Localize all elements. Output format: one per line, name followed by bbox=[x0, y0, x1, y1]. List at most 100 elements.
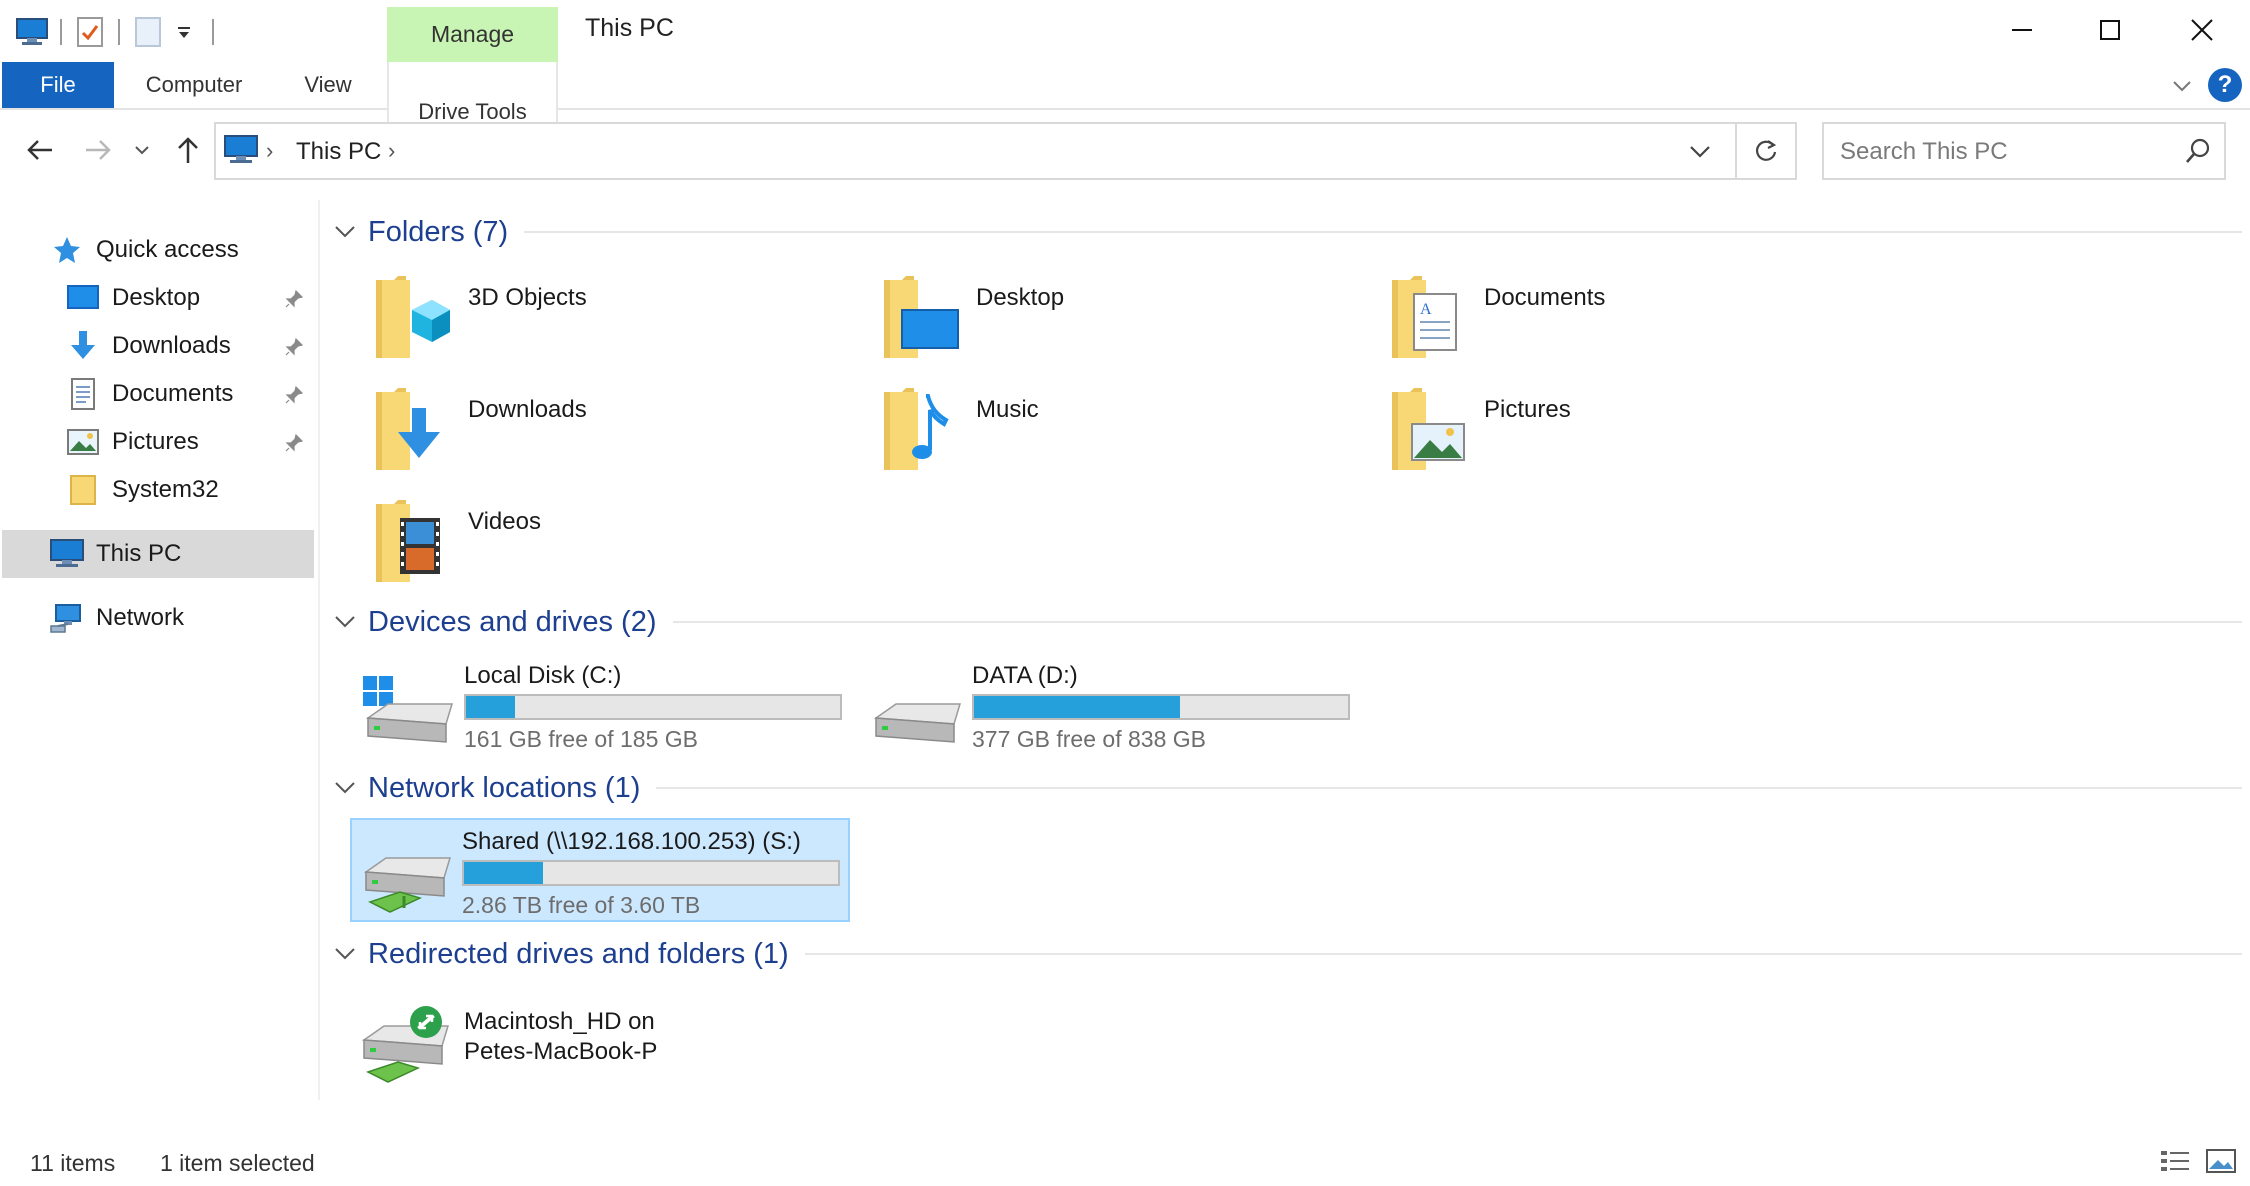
close-button[interactable] bbox=[2156, 8, 2248, 52]
recent-locations-button[interactable] bbox=[128, 128, 156, 172]
breadcrumb-separator-icon[interactable]: › bbox=[266, 138, 273, 164]
redirected-drive-item[interactable]: Macintosh_HD on Petes-MacBook-P bbox=[354, 996, 854, 1086]
breadcrumb-this-pc[interactable]: This PC bbox=[296, 138, 381, 166]
group-title: Devices and drives (2) bbox=[368, 605, 657, 638]
back-button[interactable] bbox=[20, 128, 60, 172]
new-folder-icon[interactable] bbox=[130, 14, 166, 50]
sidebar-item-label: Quick access bbox=[96, 236, 239, 263]
sidebar-item-quick-access[interactable]: Quick access bbox=[50, 226, 239, 274]
drive-free-space: 377 GB free of 838 GB bbox=[972, 726, 1206, 752]
folder-item[interactable]: Downloads bbox=[372, 386, 872, 486]
large-icons-view-button[interactable] bbox=[2204, 1146, 2238, 1176]
chevron-down-icon bbox=[1690, 146, 1710, 158]
pin-icon[interactable] bbox=[284, 384, 304, 412]
selection-count: 1 item selected bbox=[160, 1150, 315, 1176]
desktop-folder-icon bbox=[880, 274, 960, 367]
maximize-button[interactable] bbox=[2064, 8, 2156, 52]
group-divider bbox=[804, 953, 2242, 955]
properties-icon[interactable] bbox=[72, 14, 108, 50]
drive-usage-bar bbox=[972, 694, 1350, 720]
sidebar-item-documents[interactable]: Documents bbox=[66, 370, 233, 418]
arrow-up-icon bbox=[178, 137, 198, 163]
group-header-devices[interactable]: Devices and drives (2) bbox=[332, 602, 2242, 642]
manage-context-tab[interactable]: Manage bbox=[387, 7, 558, 62]
chevron-down-icon[interactable] bbox=[332, 947, 358, 961]
tab-view[interactable]: View bbox=[284, 62, 372, 108]
drive-label: Local Disk (C:) bbox=[464, 662, 622, 689]
tab-computer[interactable]: Computer bbox=[126, 62, 262, 108]
pin-icon[interactable] bbox=[284, 336, 304, 364]
videos-folder-icon bbox=[372, 498, 452, 591]
sidebar-item-network[interactable]: Network bbox=[50, 594, 184, 642]
windows-drive-icon bbox=[362, 674, 454, 753]
search-icon[interactable] bbox=[2184, 137, 2212, 172]
details-view-icon bbox=[2161, 1151, 2189, 1171]
pane-divider[interactable] bbox=[318, 200, 320, 1100]
chevron-down-icon[interactable] bbox=[332, 781, 358, 795]
group-divider bbox=[672, 621, 2242, 623]
forward-button[interactable] bbox=[78, 128, 118, 172]
network-drive-icon bbox=[360, 842, 452, 925]
sidebar-item-this-pc[interactable]: This PC bbox=[2, 530, 314, 578]
sidebar-item-desktop[interactable]: Desktop bbox=[66, 274, 200, 322]
svg-text:A: A bbox=[1420, 301, 1432, 318]
address-history-button[interactable] bbox=[1689, 138, 1711, 166]
status-bar: 11 items 1 item selected bbox=[0, 1140, 2250, 1186]
details-view-button[interactable] bbox=[2158, 1146, 2192, 1176]
expand-ribbon-button[interactable] bbox=[2168, 72, 2196, 100]
arrow-left-icon bbox=[27, 140, 52, 160]
document-icon bbox=[66, 377, 100, 411]
chevron-down-icon[interactable] bbox=[332, 225, 358, 239]
group-divider bbox=[656, 787, 2242, 789]
customize-toolbar-icon[interactable] bbox=[166, 14, 202, 50]
toolbar-divider bbox=[212, 19, 214, 45]
folder-item[interactable]: Desktop bbox=[880, 274, 1380, 374]
address-bar[interactable]: › This PC › bbox=[214, 122, 1737, 180]
refresh-button[interactable] bbox=[1737, 122, 1797, 180]
folder-item[interactable]: A Documents bbox=[1388, 274, 1888, 374]
maximize-icon bbox=[2100, 20, 2120, 40]
sidebar-item-pictures[interactable]: Pictures bbox=[66, 418, 199, 466]
desktop-icon bbox=[66, 281, 100, 315]
pin-icon[interactable] bbox=[284, 288, 304, 316]
star-icon bbox=[50, 233, 84, 267]
folder-label: Videos bbox=[468, 508, 541, 535]
drive-usage-bar bbox=[462, 860, 840, 886]
group-header-folders[interactable]: Folders (7) bbox=[332, 212, 2242, 252]
refresh-icon bbox=[1755, 140, 1777, 161]
minimize-button[interactable] bbox=[1976, 8, 2068, 52]
redirected-drive-line1: Macintosh_HD on bbox=[464, 1008, 655, 1035]
close-icon bbox=[2191, 19, 2213, 41]
folder-label: 3D Objects bbox=[468, 284, 587, 311]
music-folder-icon bbox=[880, 386, 960, 479]
folder-item[interactable]: Videos bbox=[372, 498, 872, 598]
sidebar-item-system32[interactable]: System32 bbox=[66, 466, 219, 514]
pin-icon[interactable] bbox=[284, 432, 304, 460]
group-header-network-locations[interactable]: Network locations (1) bbox=[332, 768, 2242, 808]
group-header-redirected[interactable]: Redirected drives and folders (1) bbox=[332, 934, 2242, 974]
help-icon[interactable]: ? bbox=[2208, 68, 2242, 102]
item-count: 11 items bbox=[30, 1150, 116, 1176]
drive-item[interactable]: Local Disk (C:) 161 GB free of 185 GB bbox=[354, 654, 854, 754]
search-input[interactable]: Search This PC bbox=[1840, 138, 2008, 166]
network-drive-item[interactable]: Shared (\\192.168.100.253) (S:) 2.86 TB … bbox=[350, 818, 850, 922]
folder-label: Documents bbox=[1484, 284, 1606, 311]
download-icon bbox=[66, 329, 100, 363]
folder-item[interactable]: Pictures bbox=[1388, 386, 1888, 486]
hard-drive-icon bbox=[870, 674, 962, 753]
chevron-down-icon[interactable] bbox=[332, 615, 358, 629]
group-divider bbox=[524, 231, 2242, 233]
tab-file[interactable]: File bbox=[2, 62, 114, 108]
folder-item[interactable]: Music bbox=[880, 386, 1380, 486]
computer-icon[interactable] bbox=[14, 14, 50, 50]
up-button[interactable] bbox=[168, 128, 208, 172]
folder-icon bbox=[66, 473, 100, 507]
folder-label: Desktop bbox=[976, 284, 1065, 311]
ribbon-tabs: File Computer View Drive Tools ? bbox=[0, 62, 2250, 162]
breadcrumb-separator-icon[interactable]: › bbox=[388, 138, 395, 164]
folder-item[interactable]: 3D Objects bbox=[372, 274, 872, 374]
drive-item[interactable]: DATA (D:) 377 GB free of 838 GB bbox=[862, 654, 1362, 754]
search-box[interactable]: Search This PC bbox=[1822, 122, 2226, 180]
group-title: Folders (7) bbox=[368, 215, 509, 248]
sidebar-item-downloads[interactable]: Downloads bbox=[66, 322, 231, 370]
